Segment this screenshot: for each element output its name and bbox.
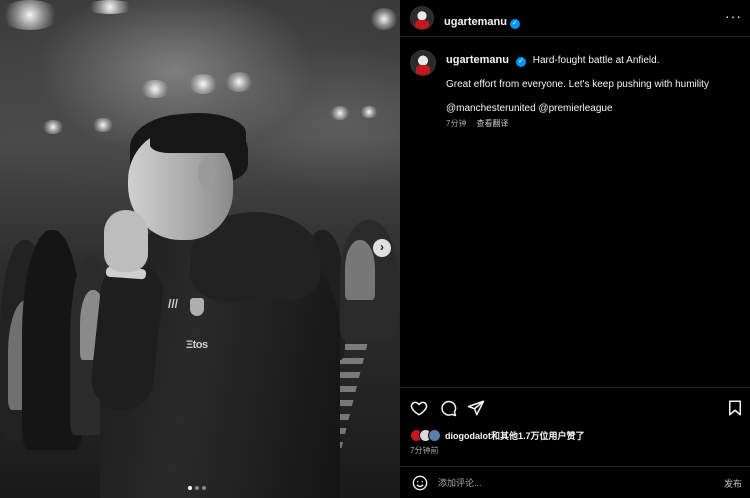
post-timestamp[interactable]: 7分钟前: [410, 445, 438, 456]
stadium-light: [370, 8, 398, 30]
brand-stripes: ///: [168, 297, 179, 311]
comment-bar: 发布: [400, 466, 750, 498]
next-photo-button[interactable]: ›: [373, 239, 391, 257]
stadium-light: [92, 118, 114, 132]
more-icon[interactable]: ···: [725, 8, 742, 24]
stadium-light: [85, 0, 135, 14]
post-sidebar: ugartemanu ✓ ··· ugartemanu ✓ Hard-fought …: [400, 0, 750, 498]
share-icon[interactable]: [467, 399, 485, 417]
caption-meta: 7分钟 查看翻译: [446, 117, 736, 130]
username-link[interactable]: ugartemanu: [446, 54, 509, 66]
stadium-light: [360, 106, 378, 118]
caption-text: ugartemanu ✓ Hard-fought battle at Anfiel…: [446, 54, 736, 130]
player-hair-top: [150, 113, 246, 153]
stadium-light: [42, 120, 64, 134]
carousel-dot: [188, 486, 192, 490]
likes-count[interactable]: diogodalot和其他1.7万位用户赞了: [445, 429, 585, 442]
stadium-light: [225, 72, 253, 92]
carousel-dot: [202, 486, 206, 490]
carousel-dot: [195, 486, 199, 490]
avatar[interactable]: [410, 6, 434, 30]
chevron-right-icon: ›: [380, 240, 384, 254]
stadium-light: [188, 74, 218, 94]
stadium-light: [140, 80, 170, 98]
verified-icon: ✓: [509, 19, 520, 29]
emoji-icon[interactable]: [412, 475, 428, 491]
comment-input[interactable]: [438, 475, 688, 491]
club-crest: [190, 298, 204, 316]
liker-avatar: [428, 428, 441, 442]
player-ear: [198, 158, 216, 188]
post-comment-button[interactable]: 发布: [724, 477, 742, 490]
caption-mentions[interactable]: @manchesterunited @premierleague: [446, 102, 736, 115]
heart-icon[interactable]: [410, 399, 428, 417]
caption-line-1: Hard-fought battle at Anfield.: [532, 55, 660, 66]
caption-line-2: Great effort from everyone. Let's keep p…: [446, 79, 709, 90]
caption-time: 7分钟: [446, 119, 467, 128]
stadium-light: [0, 0, 60, 30]
stadium-light: [330, 106, 350, 120]
post-header: ugartemanu ✓ ···: [400, 0, 750, 37]
player-hand: [104, 210, 148, 272]
translate-link[interactable]: 查看翻译: [476, 119, 508, 128]
post-photo[interactable]: /// Ξtos ›: [0, 0, 400, 498]
likes-row[interactable]: diogodalot和其他1.7万位用户赞了: [410, 428, 585, 442]
action-bar: [400, 387, 750, 427]
username-link[interactable]: ugartemanu: [444, 16, 507, 28]
jersey-sponsor: Ξtos: [186, 339, 208, 351]
carousel-indicator: [188, 486, 206, 490]
comment-icon[interactable]: [439, 399, 457, 417]
crowd-figure: [345, 240, 375, 300]
bookmark-icon[interactable]: [726, 399, 744, 417]
verified-icon: ✓: [515, 57, 526, 67]
header-user: ugartemanu ✓: [444, 12, 520, 30]
avatar[interactable]: [410, 50, 436, 76]
